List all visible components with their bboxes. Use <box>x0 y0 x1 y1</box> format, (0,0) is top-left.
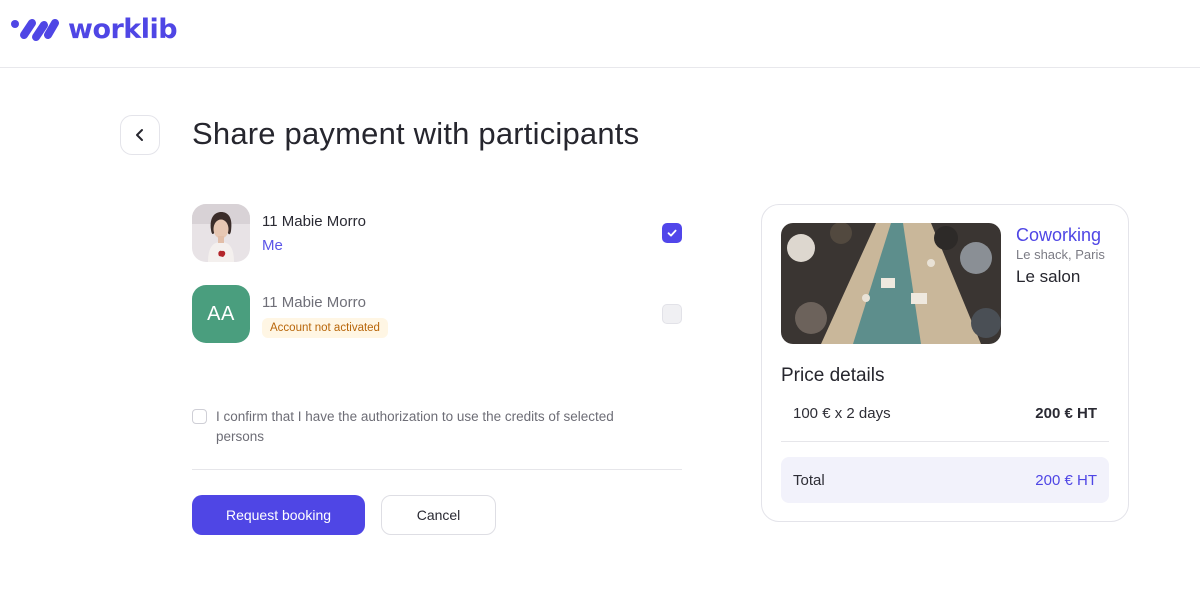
space-type[interactable]: Coworking <box>1016 225 1101 246</box>
brand-name: worklib <box>68 14 178 45</box>
confirm-checkbox[interactable] <box>192 409 207 424</box>
total-row: Total 200 € HT <box>781 457 1109 503</box>
avatar <box>192 204 250 262</box>
space-photo <box>781 223 1001 344</box>
participant-name: 11 Mabie Morro <box>262 294 366 311</box>
participant-row[interactable]: AA 11 Mabie Morro Account not activated <box>192 285 682 343</box>
status-badge: Account not activated <box>262 318 388 338</box>
participant-checkbox[interactable] <box>662 304 682 324</box>
page-title: Share payment with participants <box>192 116 640 151</box>
avatar: AA <box>192 285 250 343</box>
top-bar: worklib <box>0 0 1200 68</box>
booking-summary-card: Coworking Le shack, Paris Le salon Price… <box>761 204 1129 522</box>
space-location: Le shack, Paris <box>1016 247 1105 262</box>
check-icon <box>667 229 677 237</box>
divider <box>192 469 682 470</box>
price-line-value: 200 € HT <box>1035 405 1097 422</box>
space-name: Le salon <box>1016 267 1081 286</box>
participant-me-label: Me <box>262 237 283 254</box>
participant-checkbox[interactable] <box>662 223 682 243</box>
coworking-photo <box>781 223 1001 344</box>
price-line-label: 100 € x 2 days <box>793 405 891 422</box>
price-details-title: Price details <box>781 365 885 386</box>
worklib-logo-icon <box>11 18 59 41</box>
brand-logo[interactable]: worklib <box>10 14 178 45</box>
divider <box>781 441 1109 442</box>
participant-row[interactable]: 11 Mabie Morro Me <box>192 204 682 262</box>
request-booking-button[interactable]: Request booking <box>192 495 365 535</box>
total-label: Total <box>793 472 825 489</box>
chevron-left-icon <box>136 129 143 141</box>
participant-name: 11 Mabie Morro <box>262 213 366 230</box>
avatar-photo <box>192 204 250 262</box>
back-button[interactable] <box>120 115 160 155</box>
cancel-button[interactable]: Cancel <box>381 495 496 535</box>
confirm-label: I confirm that I have the authorization … <box>216 409 614 444</box>
total-value: 200 € HT <box>1035 472 1097 489</box>
